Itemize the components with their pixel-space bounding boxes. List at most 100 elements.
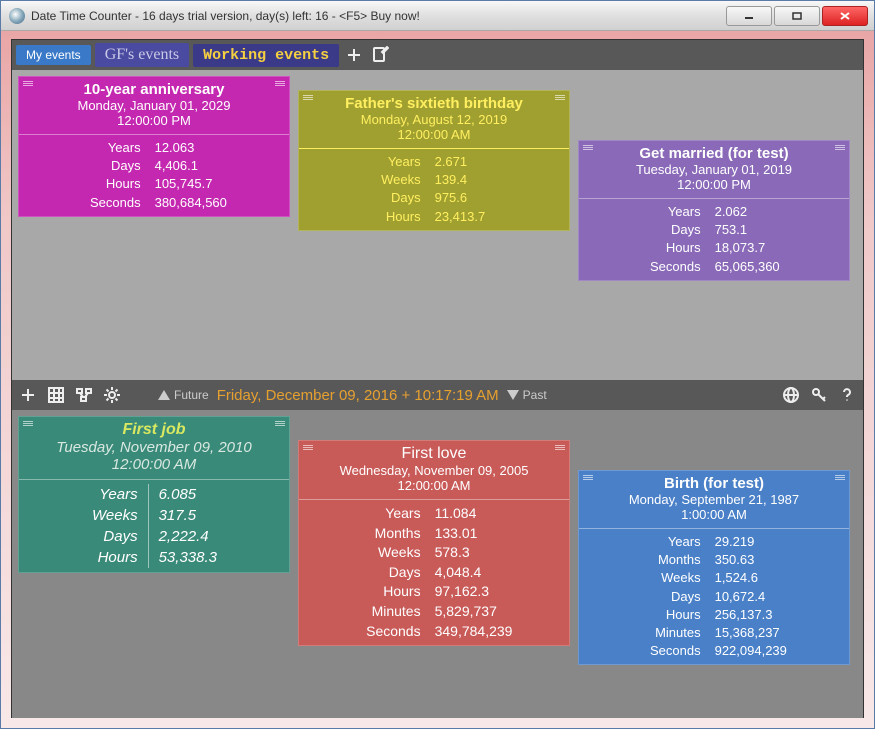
web-button[interactable] (781, 385, 801, 405)
tab-row: My events GF's events Working events (12, 40, 863, 70)
event-title: Get married (for test) (585, 145, 843, 162)
event-card-birth[interactable]: Birth (for test) Monday, September 21, 1… (578, 470, 850, 665)
row-label: Years (299, 504, 429, 524)
grip-icon[interactable] (835, 145, 845, 151)
tab-gf-events[interactable]: GF's events (95, 43, 189, 67)
row-value: 15,368,237 (709, 624, 849, 642)
row-value: 53,338.3 (149, 547, 289, 568)
event-title: First love (305, 445, 563, 463)
card-header[interactable]: Get married (for test) Tuesday, January … (579, 141, 849, 199)
row-label: Weeks (579, 569, 709, 587)
row-label: Years (19, 484, 149, 505)
event-time: 12:00:00 PM (585, 177, 843, 192)
card-row: Days2,222.4 (19, 526, 289, 547)
event-title: Father's sixtieth birthday (305, 95, 563, 112)
globe-icon (782, 386, 800, 404)
event-title: Birth (for test) (585, 475, 843, 492)
grip-icon[interactable] (583, 475, 593, 481)
card-row: Years2.062 (579, 203, 849, 221)
card-row: Days975.6 (299, 189, 569, 207)
row-label: Weeks (299, 171, 429, 189)
title-bar[interactable]: Date Time Counter - 16 days trial versio… (1, 1, 874, 31)
event-card-father-birthday[interactable]: Father's sixtieth birthday Monday, Augus… (298, 90, 570, 231)
help-icon (838, 386, 856, 404)
future-panel[interactable]: 10-year anniversary Monday, January 01, … (12, 70, 863, 380)
row-label: Weeks (19, 505, 149, 526)
event-date: Monday, August 12, 2019 (305, 112, 563, 127)
row-label: Seconds (579, 642, 709, 660)
minimize-icon (743, 11, 755, 21)
edit-icon (371, 46, 389, 64)
row-label: Seconds (579, 258, 709, 276)
card-header[interactable]: First love Wednesday, November 09, 2005 … (299, 441, 569, 500)
grip-icon[interactable] (303, 95, 313, 101)
grip-icon[interactable] (23, 421, 33, 427)
row-label: Hours (299, 582, 429, 602)
grid-view-button[interactable] (46, 385, 66, 405)
row-label: Years (579, 203, 709, 221)
row-value: 753.1 (709, 221, 849, 239)
plus-icon (345, 46, 363, 64)
minimize-button[interactable] (726, 6, 772, 26)
tab-working-events[interactable]: Working events (193, 44, 339, 67)
grip-icon[interactable] (555, 95, 565, 101)
past-panel[interactable]: First job Tuesday, November 09, 2010 12:… (12, 410, 863, 718)
card-header[interactable]: Father's sixtieth birthday Monday, Augus… (299, 91, 569, 149)
row-value: 23,413.7 (429, 208, 569, 226)
card-row: Years29.219 (579, 533, 849, 551)
event-time: 1:00:00 AM (585, 507, 843, 522)
card-row: Weeks1,524.6 (579, 569, 849, 587)
add-tab-button[interactable] (343, 44, 365, 66)
maximize-icon (791, 11, 803, 21)
grip-icon[interactable] (555, 445, 565, 451)
grip-icon[interactable] (303, 445, 313, 451)
row-value: 4,048.4 (429, 563, 569, 583)
card-header[interactable]: Birth (for test) Monday, September 21, 1… (579, 471, 849, 529)
tab-my-events[interactable]: My events (16, 45, 91, 65)
row-value: 317.5 (149, 505, 289, 526)
row-label: Days (19, 526, 149, 547)
event-date: Tuesday, November 09, 2010 (25, 439, 283, 456)
row-value: 10,672.4 (709, 588, 849, 606)
event-card-first-job[interactable]: First job Tuesday, November 09, 2010 12:… (18, 416, 290, 573)
grip-icon[interactable] (583, 145, 593, 151)
event-card-anniversary[interactable]: 10-year anniversary Monday, January 01, … (18, 76, 290, 217)
key-button[interactable] (809, 385, 829, 405)
card-header[interactable]: First job Tuesday, November 09, 2010 12:… (19, 417, 289, 480)
row-label: Months (299, 524, 429, 544)
close-icon (839, 11, 851, 21)
card-row: Weeks139.4 (299, 171, 569, 189)
grip-icon[interactable] (835, 475, 845, 481)
row-label: Seconds (299, 622, 429, 642)
card-row: Minutes5,829,737 (299, 602, 569, 622)
add-event-button[interactable] (18, 385, 38, 405)
row-label: Minutes (299, 602, 429, 622)
help-button[interactable] (837, 385, 857, 405)
row-value: 11.084 (429, 504, 569, 524)
grip-icon[interactable] (275, 421, 285, 427)
sort-button[interactable] (74, 385, 94, 405)
row-value: 65,065,360 (709, 258, 849, 276)
edit-tab-button[interactable] (369, 44, 391, 66)
past-label[interactable]: Past (507, 388, 547, 402)
card-header[interactable]: 10-year anniversary Monday, January 01, … (19, 77, 289, 135)
row-value: 922,094,239 (709, 642, 849, 660)
row-label: Years (19, 139, 149, 157)
maximize-button[interactable] (774, 6, 820, 26)
row-label: Years (299, 153, 429, 171)
event-card-first-love[interactable]: First love Wednesday, November 09, 2005 … (298, 440, 570, 646)
event-card-get-married[interactable]: Get married (for test) Tuesday, January … (578, 140, 850, 281)
row-label: Weeks (299, 543, 429, 563)
card-row: Years6.085 (19, 484, 289, 505)
grip-icon[interactable] (275, 81, 285, 87)
settings-button[interactable] (102, 385, 122, 405)
card-row: Years11.084 (299, 504, 569, 524)
row-value: 975.6 (429, 189, 569, 207)
future-label[interactable]: Future (158, 388, 209, 402)
card-row: Hours18,073.7 (579, 239, 849, 257)
grip-icon[interactable] (23, 81, 33, 87)
close-button[interactable] (822, 6, 868, 26)
card-rows: Years12.063 Days4,406.1 Hours105,745.7 S… (19, 135, 289, 216)
card-row: Days10,672.4 (579, 588, 849, 606)
row-value: 139.4 (429, 171, 569, 189)
